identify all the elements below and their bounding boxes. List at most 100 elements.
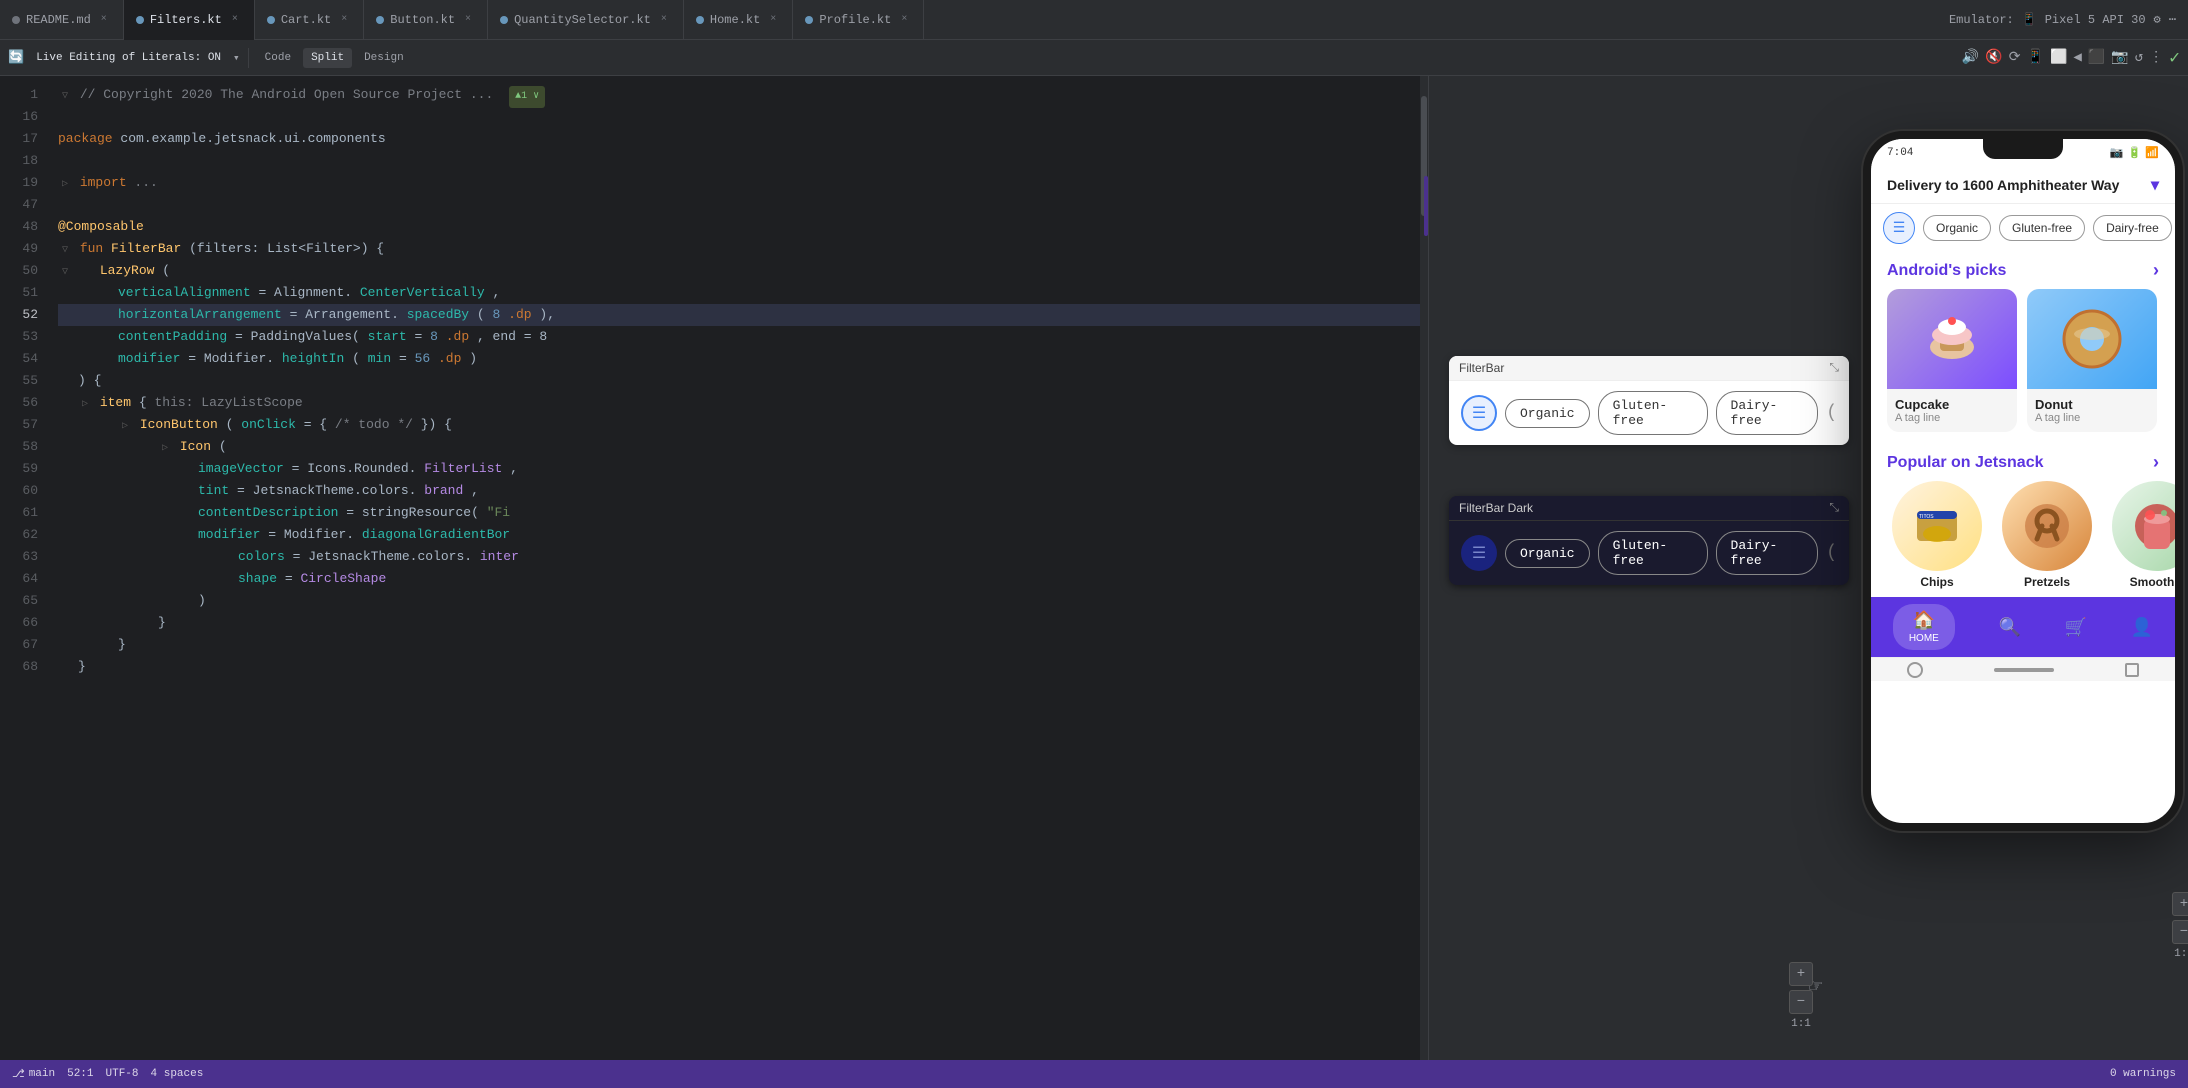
bottom-notifications[interactable]: 0 warnings [2110, 1068, 2176, 1080]
bottom-encoding[interactable]: UTF-8 [106, 1068, 139, 1080]
more-icon[interactable]: ⋯ [2169, 12, 2176, 27]
pick-card-cupcake[interactable]: Cupcake A tag line [1887, 289, 2017, 432]
back-icon[interactable]: ◀ [2073, 49, 2081, 66]
tint-label: tint [198, 483, 229, 498]
phone-filter-row: ☰ Organic Gluten-free Dairy-free [1871, 204, 2175, 252]
todo-comment: /* todo */ [335, 417, 413, 432]
tab-home-label: Home.kt [710, 13, 760, 27]
rotate-icon[interactable]: ⟳ [2009, 49, 2021, 66]
tab-readme[interactable]: README.md × [0, 0, 124, 40]
sound-icon[interactable]: 🔊 [1962, 49, 1979, 66]
fold-58[interactable]: ▷ [158, 438, 172, 452]
indent-60 [58, 483, 198, 498]
refresh-icon[interactable]: ↺ [2135, 49, 2143, 66]
camera-icon[interactable]: 📷 [2111, 49, 2128, 66]
tab-qty-close[interactable]: × [657, 13, 671, 27]
tab-readme-close[interactable]: × [97, 13, 111, 27]
smoothie-name: Smooth... [2130, 575, 2175, 589]
phone-chip-dairy[interactable]: Dairy-free [2093, 215, 2172, 241]
tab-home[interactable]: Home.kt × [684, 0, 793, 40]
phone-zoom-out[interactable]: − [2172, 920, 2188, 944]
chip-organic-light[interactable]: Organic [1505, 399, 1590, 428]
pick-card-donut[interactable]: Donut A tag line [2027, 289, 2157, 432]
fold-56[interactable]: ▷ [78, 394, 92, 408]
preview-panel: FilterBar ⤡ ☰ Organic Gluten-free Dairy-… [1428, 76, 2188, 1060]
filterbar-light-expand[interactable]: ⤡ [1829, 361, 1839, 375]
popular-card-smoothie[interactable]: Smooth... [2107, 481, 2175, 589]
phone-chip-gluten[interactable]: Gluten-free [1999, 215, 2085, 241]
phone-chip-organic[interactable]: Organic [1923, 215, 1991, 241]
fold-19[interactable]: ▷ [58, 174, 72, 188]
tab-button[interactable]: Button.kt × [364, 0, 488, 40]
indent-56 [58, 395, 78, 410]
nav-search[interactable]: 🔍 [1999, 617, 2021, 638]
phone-zoom-in[interactable]: + [2172, 892, 2188, 916]
fold-1[interactable]: ▽ [58, 86, 72, 100]
tablet-icon[interactable]: ⬜ [2050, 49, 2067, 66]
fold-57[interactable]: ▷ [118, 416, 132, 430]
popular-card-pretzels[interactable]: Pretzels [1997, 481, 2097, 589]
editor-scrollbar[interactable] [1420, 76, 1428, 1060]
readme-dot [12, 16, 20, 24]
code-line-55: ) { [58, 370, 1420, 392]
design-btn[interactable]: Design [356, 48, 412, 68]
ha-eq: = [290, 307, 306, 322]
code-line-16 [58, 106, 1420, 128]
phone-icon[interactable]: 📱 [2027, 49, 2044, 66]
dropdown-arrow[interactable]: ▾ [233, 51, 240, 65]
chip-dairyfree-dark[interactable]: Dairy-free [1716, 531, 1819, 575]
tab-button-close[interactable]: × [461, 13, 475, 27]
filter-icon-dark[interactable]: ☰ [1461, 535, 1497, 571]
code-content[interactable]: ▽ // Copyright 2020 The Android Open Sou… [50, 76, 1420, 1060]
settings-icon[interactable]: ⚙ [2154, 12, 2161, 27]
nav-profile[interactable]: 👤 [2131, 617, 2153, 638]
zoom-out-btn[interactable]: − [1789, 990, 1813, 1014]
code-btn[interactable]: Code [257, 48, 299, 68]
nav-home[interactable]: 🏠 HOME [1893, 604, 1955, 650]
chip-glutenfree-dark[interactable]: Gluten-free [1598, 531, 1708, 575]
bottom-indent[interactable]: 4 spaces [151, 1068, 204, 1080]
chip-organic-dark[interactable]: Organic [1505, 539, 1590, 568]
tab-profile-label: Profile.kt [819, 13, 891, 27]
popular-card-chips[interactable]: TITOS Chips [1887, 481, 1987, 589]
filter-icon-light[interactable]: ☰ [1461, 395, 1497, 431]
mute-icon[interactable]: 🔇 [1985, 49, 2002, 66]
chip-glutenfree-light[interactable]: Gluten-free [1598, 391, 1708, 435]
tab-home-close[interactable]: × [766, 13, 780, 27]
mod62-val1: Modifier. [284, 527, 354, 542]
tab-profile-close[interactable]: × [897, 13, 911, 27]
filterbar-dark-title: FilterBar Dark [1459, 501, 1533, 515]
androids-picks-arrow[interactable]: › [2153, 260, 2159, 281]
mod62-label: modifier [198, 527, 260, 542]
tint-eq: = [237, 483, 253, 498]
phone-filter-icon[interactable]: ☰ [1883, 212, 1915, 244]
popular-arrow[interactable]: › [2153, 452, 2159, 473]
tab-qty[interactable]: QuantitySelector.kt × [488, 0, 684, 40]
filterbar-dark-expand[interactable]: ⤡ [1829, 501, 1839, 515]
chip-dairyfree-light[interactable]: Dairy-free [1716, 391, 1819, 435]
stop-icon[interactable]: ⬛ [2088, 49, 2105, 66]
nav-cart[interactable]: 🛒 [2065, 617, 2087, 638]
tab-cart-label: Cart.kt [281, 13, 331, 27]
annotation-badge[interactable]: ▲1 ∨ [509, 86, 545, 108]
more-toolbar-icon[interactable]: ⋮ [2149, 49, 2163, 66]
zoom-label-left: 1:1 [1791, 1018, 1811, 1030]
delivery-chevron[interactable]: ▾ [2151, 175, 2159, 195]
tab-profile[interactable]: Profile.kt × [793, 0, 924, 40]
bottom-branch[interactable]: ⎇ main [12, 1067, 55, 1081]
split-btn[interactable]: Split [303, 48, 352, 68]
tab-cart-close[interactable]: × [337, 13, 351, 27]
check-icon[interactable]: ✓ [2169, 47, 2180, 69]
recents-btn-square[interactable] [2125, 663, 2139, 677]
tab-cart[interactable]: Cart.kt × [255, 0, 364, 40]
fold-50[interactable]: ▽ [58, 262, 72, 276]
onclick-close: }) { [421, 417, 452, 432]
tab-filters[interactable]: Filters.kt × [124, 0, 255, 40]
back-btn-circle[interactable] [1907, 662, 1923, 678]
home-btn-line[interactable] [1994, 668, 2054, 672]
tab-filters-close[interactable]: × [228, 13, 242, 27]
fold-49[interactable]: ▽ [58, 240, 72, 254]
zoom-in-btn[interactable]: + [1789, 962, 1813, 986]
bottom-cursor-pos[interactable]: 52:1 [67, 1068, 93, 1080]
live-edit-btn[interactable]: Live Editing of Literals: ON [28, 48, 229, 68]
